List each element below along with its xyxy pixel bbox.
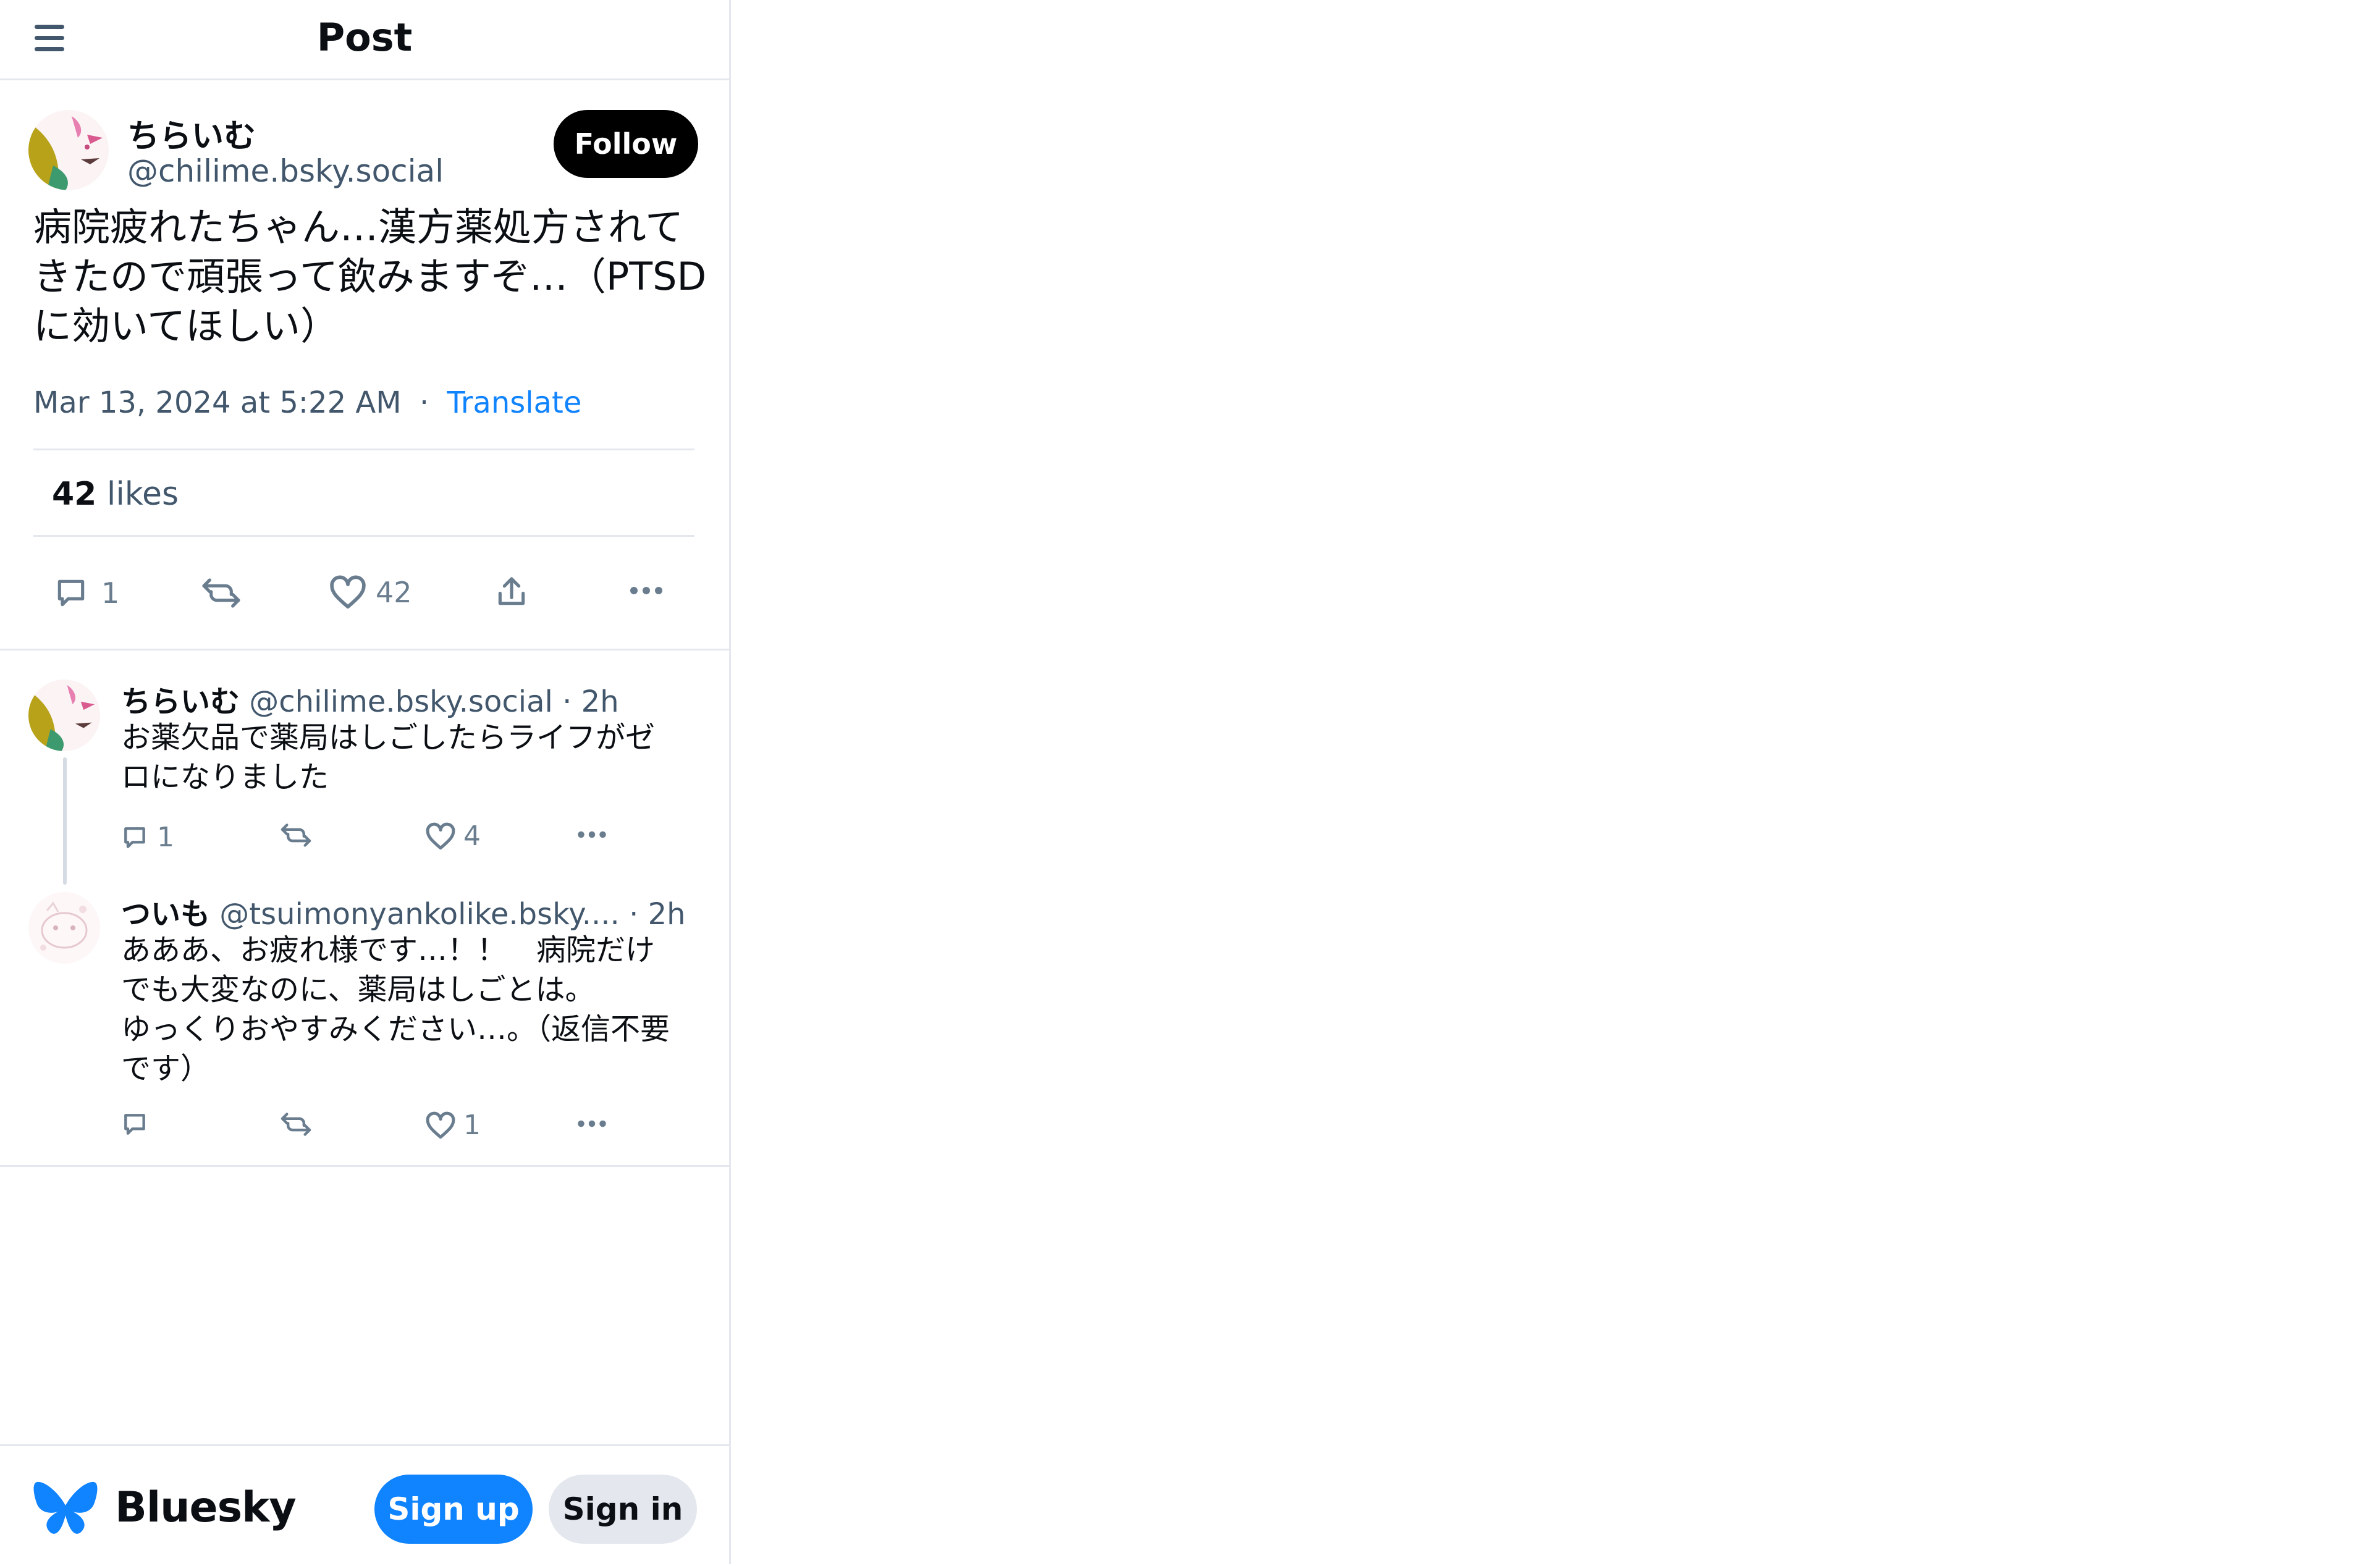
divider xyxy=(0,649,729,650)
likes-count[interactable]: 42 likes xyxy=(52,476,179,513)
divider xyxy=(33,448,694,450)
divider xyxy=(0,1165,729,1167)
reply-text: あああ、お疲れ様です…！！ 病院だけでも大変なのに、薬局はしごとは。 ゆっくりお… xyxy=(121,933,670,1086)
repost-icon xyxy=(281,823,311,847)
reply-author-handle[interactable]: @tsuimonyankolike.bsky.... xyxy=(219,897,620,932)
heart-icon xyxy=(426,822,455,849)
share-icon xyxy=(498,577,525,605)
divider xyxy=(33,535,694,537)
like-button[interactable]: 42 xyxy=(329,575,412,610)
post-meta: Mar 13, 2024 at 5:22 AM · Translate xyxy=(33,385,581,420)
sign-in-button[interactable]: Sign in xyxy=(549,1475,697,1544)
heart-icon xyxy=(426,1111,455,1139)
reply-icon xyxy=(124,1114,145,1135)
repost-icon xyxy=(281,1113,311,1136)
post-column: Post ちらいむ @chilime.bsky.social Follow 病院… xyxy=(0,0,731,1564)
more-options-icon xyxy=(578,1120,606,1127)
author-name[interactable]: ちらいむ xyxy=(127,110,256,156)
brand-name[interactable]: Bluesky xyxy=(115,1483,297,1532)
share-button[interactable] xyxy=(494,573,529,610)
reply-text: お薬欠品で薬局はしごしたらライフがゼロになりました xyxy=(121,720,656,794)
post-text: 病院疲れたちゃん…漢方薬処方されてきたので頑張って飲みますぞ…（PTSDに効いて… xyxy=(33,204,707,348)
reply-button[interactable]: 1 xyxy=(120,822,174,853)
reply-time[interactable]: · 2h xyxy=(562,684,618,719)
reply-count: 1 xyxy=(101,576,120,610)
avatar[interactable] xyxy=(28,110,109,190)
avatar[interactable] xyxy=(28,892,100,964)
meta-separator: · xyxy=(419,385,429,420)
like-button[interactable]: 4 xyxy=(425,820,481,852)
bottom-bar: Bluesky Sign up Sign in xyxy=(0,1444,729,1566)
like-count: 42 xyxy=(376,576,412,609)
reply-header: ちらいむ @chilime.bsky.social · 2h xyxy=(121,677,619,720)
more-options-button[interactable] xyxy=(576,830,608,839)
heart-icon xyxy=(330,575,366,609)
likes-label: likes xyxy=(106,476,179,513)
thread-line xyxy=(63,757,67,885)
reply-count: 1 xyxy=(157,822,174,853)
reply-author-handle[interactable]: @chilime.bsky.social xyxy=(249,684,553,719)
avatar[interactable] xyxy=(28,680,100,751)
repost-icon xyxy=(202,578,240,608)
more-options-button[interactable] xyxy=(629,586,664,596)
follow-button[interactable]: Follow xyxy=(554,110,698,178)
top-bar: Post xyxy=(0,0,729,80)
post-timestamp[interactable]: Mar 13, 2024 at 5:22 AM xyxy=(33,385,402,420)
reply-button[interactable] xyxy=(120,1111,157,1138)
likes-number: 42 xyxy=(52,476,97,513)
reply-button[interactable]: 1 xyxy=(52,576,119,610)
reply-icon xyxy=(124,827,145,848)
sign-up-button[interactable]: Sign up xyxy=(374,1475,533,1544)
repost-button[interactable] xyxy=(278,822,314,849)
bluesky-butterfly-icon[interactable] xyxy=(33,1480,98,1539)
translate-link[interactable]: Translate xyxy=(447,385,581,420)
more-options-icon xyxy=(578,831,606,838)
author-handle[interactable]: @chilime.bsky.social xyxy=(127,153,444,189)
page-title: Post xyxy=(316,15,413,60)
reply-author-name[interactable]: ちらいむ xyxy=(121,684,240,719)
more-options-icon xyxy=(630,587,662,594)
reply-header: ついも @tsuimonyankolike.bsky.... · 2h xyxy=(121,890,686,933)
like-button[interactable]: 1 xyxy=(425,1109,481,1141)
like-count: 1 xyxy=(463,1109,481,1141)
reply-icon xyxy=(57,579,85,607)
reply-author-name[interactable]: ついも xyxy=(121,897,210,932)
repost-button[interactable] xyxy=(278,1111,314,1138)
repost-button[interactable] xyxy=(199,576,243,610)
like-count: 4 xyxy=(463,820,481,852)
more-options-button[interactable] xyxy=(576,1119,608,1128)
reply-time[interactable]: · 2h xyxy=(629,897,685,932)
